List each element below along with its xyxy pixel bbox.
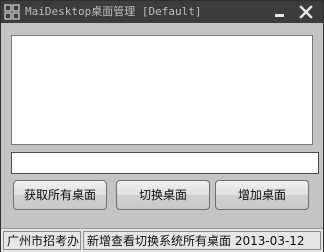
status-bar: 广州市招考办 新增查看切换系统所有桌面 2013-03-12	[1, 228, 323, 252]
desktop-grid-icon[interactable]	[4, 4, 20, 20]
add-desktop-button[interactable]: 增加桌面	[215, 180, 309, 210]
minimize-icon	[275, 14, 284, 17]
switch-desktop-button[interactable]: 切换桌面	[116, 180, 210, 210]
client-area: 获取所有桌面 切换桌面 增加桌面 广州市招考办 新增查看切换系统所有桌面 201…	[1, 23, 323, 252]
minimize-button[interactable]	[268, 3, 292, 21]
get-all-desktops-button[interactable]: 获取所有桌面	[13, 180, 107, 210]
window-title: MaiDesktop桌面管理 [Default]	[25, 5, 202, 18]
app-window: MaiDesktop桌面管理 [Default] 获取所有桌面 切换桌面 增加桌…	[0, 0, 324, 252]
status-author: 广州市招考办	[3, 231, 81, 250]
desktop-listbox[interactable]	[11, 35, 313, 145]
title-bar[interactable]: MaiDesktop桌面管理 [Default]	[1, 1, 323, 23]
close-icon	[299, 5, 313, 19]
status-message: 新增查看切换系统所有桌面 2013-03-12	[83, 231, 321, 250]
desktop-name-input[interactable]	[11, 152, 319, 174]
close-button[interactable]	[294, 3, 318, 21]
